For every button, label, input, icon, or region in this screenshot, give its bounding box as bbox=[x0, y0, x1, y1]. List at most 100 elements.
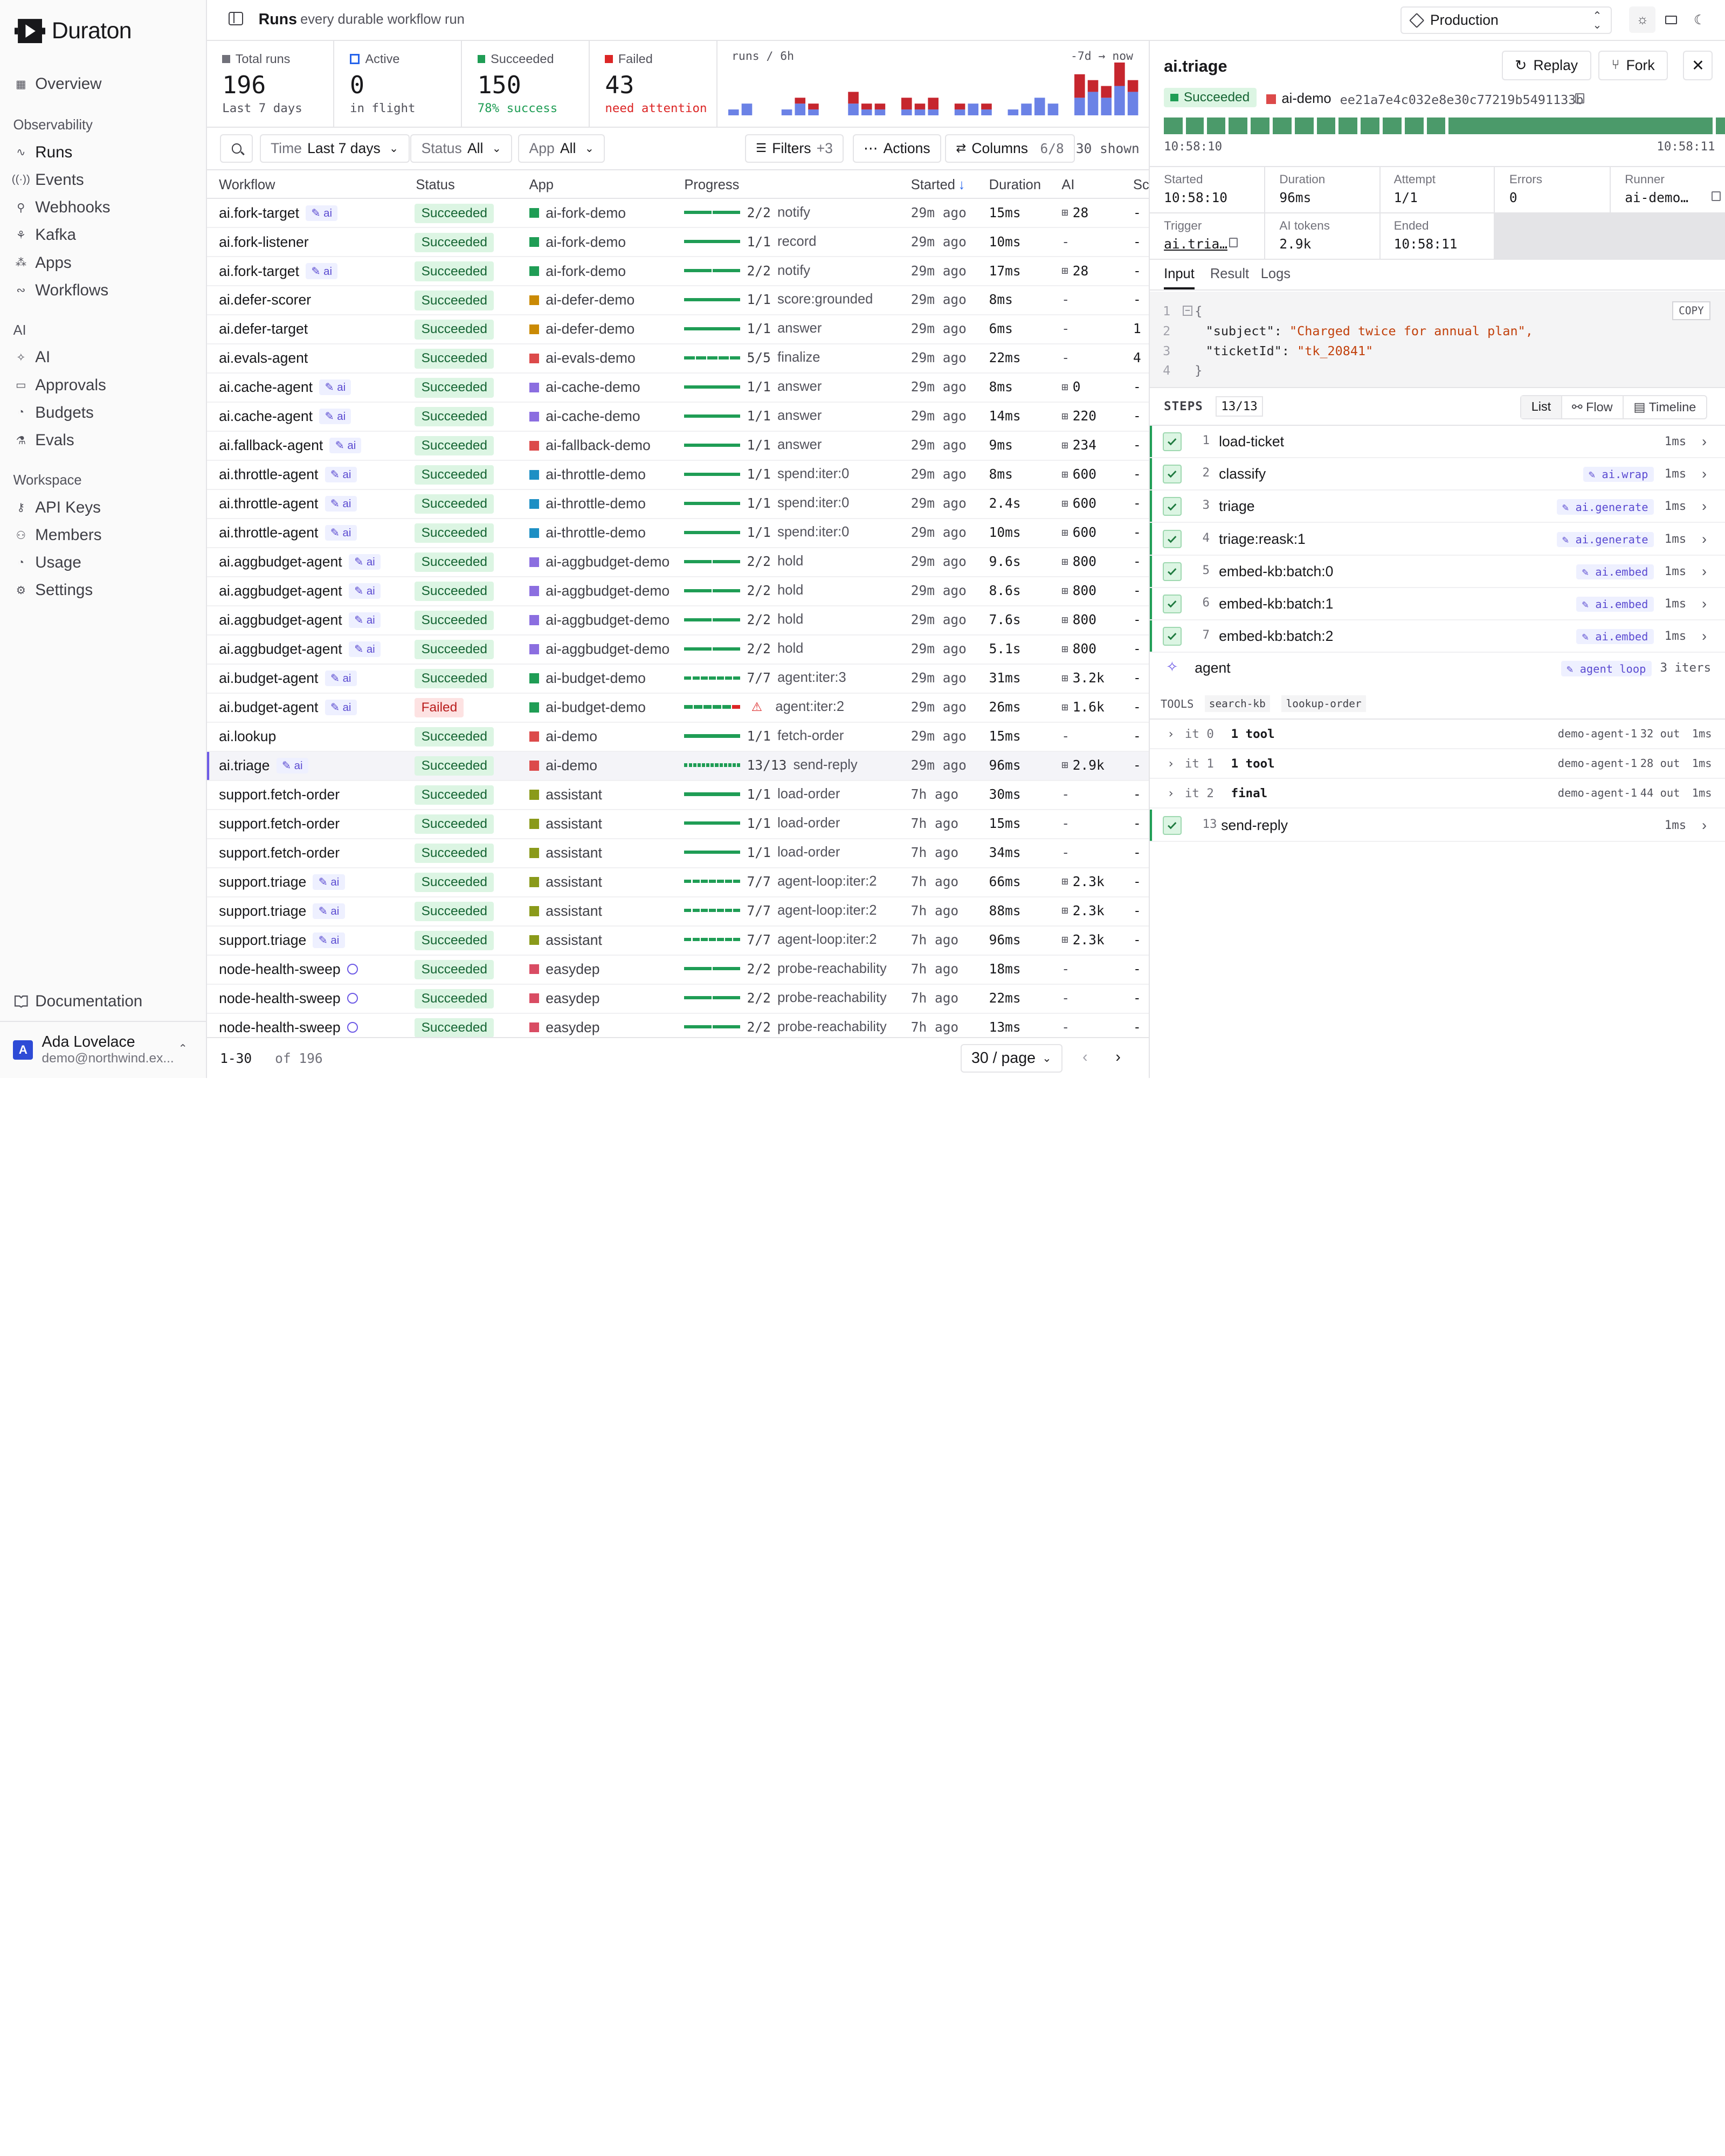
sidebar-item-settings[interactable]: ⚙ Settings bbox=[0, 577, 207, 604]
sidebar-item-webhooks[interactable]: ⚲ Webhooks bbox=[0, 194, 207, 222]
copy-icon[interactable] bbox=[1229, 237, 1238, 248]
started-time: 29m ago bbox=[910, 757, 967, 773]
status-filter[interactable]: Status All ⌄ bbox=[410, 134, 513, 163]
sidebar-item-apps[interactable]: ⁂ Apps bbox=[0, 249, 207, 277]
step-row[interactable]: 6 embed-kb:batch:1 ✎ ai.embed 1ms › bbox=[1149, 588, 1725, 620]
sidebar-item-approvals[interactable]: ▭ Approvals bbox=[0, 371, 207, 399]
moon-icon[interactable]: ☾ bbox=[1687, 6, 1713, 33]
sidebar-item-runs[interactable]: ∿ Runs bbox=[0, 139, 207, 166]
table-row[interactable]: ai.lookup Succeeded ai-demo 1/1 fetch-order 2… bbox=[206, 723, 1149, 752]
col-score[interactable]: Sc bbox=[1133, 177, 1149, 193]
step-row[interactable]: 3 triage ✎ ai.generate 1ms › bbox=[1149, 490, 1725, 523]
agent-row[interactable]: ✧ agent ✎ agent loop 3 iters bbox=[1150, 652, 1725, 685]
copy-icon[interactable] bbox=[1575, 93, 1584, 103]
table-row[interactable]: ai.aggbudget-agent ✎ ai Succeeded ai-aggbud… bbox=[206, 635, 1149, 665]
table-row[interactable]: ai.defer-scorer Succeeded ai-defer-demo 1/1… bbox=[206, 286, 1149, 316]
fold-icon[interactable]: − bbox=[1182, 306, 1193, 316]
step-row[interactable]: 7 embed-kb:batch:2 ✎ ai.embed 1ms › bbox=[1149, 620, 1725, 653]
copy-button[interactable]: COPY bbox=[1672, 301, 1711, 321]
step-row[interactable]: 13 send-reply 1ms › bbox=[1149, 810, 1725, 842]
table-row[interactable]: ai.aggbudget-agent ✎ ai Succeeded ai-aggbud… bbox=[206, 548, 1149, 577]
sidebar-item-usage[interactable]: ◔ Usage bbox=[0, 549, 207, 577]
sun-icon[interactable]: ☼ bbox=[1629, 6, 1656, 33]
view-list[interactable]: List bbox=[1521, 396, 1561, 418]
sidebar-item-workflows[interactable]: ∾ Workflows bbox=[0, 277, 207, 304]
table-row[interactable]: node-health-sweep Succeeded easydep 2/2 prob… bbox=[206, 985, 1149, 1014]
meta-value[interactable]: ai.tria… bbox=[1164, 236, 1264, 252]
search-button[interactable] bbox=[220, 134, 253, 163]
table-row[interactable]: ai.triage ✎ ai Succeeded ai-demo 13/13 send-r… bbox=[206, 751, 1149, 781]
tab-input[interactable]: Input bbox=[1164, 266, 1195, 290]
progress-cell: 2/2 probe-reachability bbox=[684, 1019, 887, 1035]
columns-button[interactable]: ⇄ Columns 6/8 bbox=[945, 134, 1075, 163]
table-row[interactable]: support.triage ✎ ai Succeeded assistant 7/7 a… bbox=[206, 927, 1149, 956]
next-page-icon[interactable]: › bbox=[1115, 1048, 1121, 1066]
copy-icon[interactable] bbox=[1712, 191, 1721, 202]
sidebar-item-evals[interactable]: ⚗ Evals bbox=[0, 427, 207, 454]
col-duration[interactable]: Duration bbox=[989, 177, 1041, 193]
prev-page-icon[interactable]: ‹ bbox=[1082, 1048, 1088, 1066]
table-row[interactable]: support.fetch-order Succeeded assistant 1/1… bbox=[206, 839, 1149, 868]
sidebar-item-overview[interactable]: ▦ Overview bbox=[0, 71, 207, 98]
sidebar-item-members[interactable]: ⚇ Members bbox=[0, 522, 207, 549]
col-progress[interactable]: Progress bbox=[684, 177, 739, 193]
step-row[interactable]: 5 embed-kb:batch:0 ✎ ai.embed 1ms › bbox=[1149, 556, 1725, 588]
view-flow[interactable]: ⚯ Flow bbox=[1561, 396, 1623, 418]
view-timeline[interactable]: ▤ Timeline bbox=[1622, 396, 1706, 418]
tab-logs[interactable]: Logs bbox=[1261, 266, 1291, 282]
page-size-select[interactable]: 30 / page ⌄ bbox=[960, 1044, 1062, 1073]
table-row[interactable]: ai.fork-target ✎ ai Succeeded ai-fork-demo 2… bbox=[206, 257, 1149, 287]
sidebar-item-budgets[interactable]: ◔ Budgets bbox=[0, 399, 207, 426]
iteration-row[interactable]: › it 0 1 tool demo-agent-1 32 out 1ms bbox=[1149, 720, 1725, 749]
col-app[interactable]: App bbox=[529, 177, 554, 193]
step-row[interactable]: 2 classify ✎ ai.wrap 1ms › bbox=[1149, 458, 1725, 491]
col-status[interactable]: Status bbox=[416, 177, 454, 193]
close-button[interactable]: ✕ bbox=[1683, 50, 1713, 80]
step-row[interactable]: 4 triage:reask:1 ✎ ai.generate 1ms › bbox=[1149, 523, 1725, 556]
user-menu[interactable]: A Ada Lovelace demo@northwind.ex... ⌃ bbox=[0, 1020, 207, 1078]
time-filter[interactable]: Time Last 7 days ⌄ bbox=[259, 134, 410, 163]
table-row[interactable]: support.fetch-order Succeeded assistant 1/1… bbox=[206, 781, 1149, 810]
tab-result[interactable]: Result bbox=[1210, 266, 1249, 282]
table-row[interactable]: ai.cache-agent ✎ ai Succeeded ai-cache-demo… bbox=[206, 403, 1149, 432]
sidebar-item-events[interactable]: ((·)) Events bbox=[0, 166, 207, 194]
filters-button[interactable]: ☰ Filters +3 bbox=[744, 134, 844, 163]
table-row[interactable]: support.fetch-order Succeeded assistant 1/1… bbox=[206, 810, 1149, 839]
sidebar-toggle-icon[interactable] bbox=[229, 12, 243, 25]
table-row[interactable]: support.triage ✎ ai Succeeded assistant 7/7 a… bbox=[206, 868, 1149, 897]
table-row[interactable]: node-health-sweep Succeeded easydep 2/2 prob… bbox=[207, 1014, 1149, 1038]
table-row[interactable]: ai.throttle-agent ✎ ai Succeeded ai-throttl… bbox=[206, 519, 1149, 548]
table-row[interactable]: ai.budget-agent ✎ ai Failed ai-budget-demo ⚠… bbox=[206, 694, 1149, 723]
iteration-row[interactable]: › it 2 final demo-agent-1 44 out 1ms bbox=[1149, 779, 1725, 808]
table-row[interactable]: ai.throttle-agent ✎ ai Succeeded ai-throttl… bbox=[206, 490, 1149, 520]
table-row[interactable]: support.triage ✎ ai Succeeded assistant 7/7 a… bbox=[206, 897, 1149, 927]
table-row[interactable]: ai.evals-agent Succeeded ai-evals-demo 5/5 f… bbox=[206, 344, 1149, 374]
actions-button[interactable]: ⋯ Actions bbox=[852, 134, 941, 163]
sidebar-item-api-keys[interactable]: ⚷ API Keys bbox=[0, 494, 207, 521]
table-row[interactable]: ai.budget-agent ✎ ai Succeeded ai-budget-de… bbox=[206, 665, 1149, 694]
col-workflow[interactable]: Workflow bbox=[219, 177, 275, 193]
monitor-icon[interactable] bbox=[1658, 6, 1684, 33]
col-ai[interactable]: AI bbox=[1061, 177, 1074, 193]
environment-select[interactable]: Production ⌃ ⌄ bbox=[1400, 6, 1612, 34]
step-row[interactable]: 1 load-ticket 1ms › bbox=[1149, 426, 1725, 458]
table-row[interactable]: ai.defer-target Succeeded ai-defer-demo 1/1… bbox=[206, 315, 1149, 345]
fork-button[interactable]: ⑂ Fork bbox=[1598, 50, 1668, 80]
table-row[interactable]: ai.fork-listener Succeeded ai-fork-demo 1/1… bbox=[206, 228, 1149, 258]
table-row[interactable]: ai.cache-agent ✎ ai Succeeded ai-cache-demo… bbox=[206, 374, 1149, 403]
app-filter[interactable]: App All ⌄ bbox=[518, 134, 605, 163]
replay-button[interactable]: ↻ Replay bbox=[1501, 50, 1591, 80]
col-started[interactable]: Started bbox=[911, 177, 955, 193]
table-row[interactable]: ai.aggbudget-agent ✎ ai Succeeded ai-aggbud… bbox=[206, 606, 1149, 635]
table-row[interactable]: node-health-sweep Succeeded easydep 2/2 prob… bbox=[206, 956, 1149, 985]
sidebar-item-ai[interactable]: ✧ AI bbox=[0, 344, 207, 371]
table-row[interactable]: ai.aggbudget-agent ✎ ai Succeeded ai-aggbud… bbox=[206, 577, 1149, 606]
table-row[interactable]: ai.throttle-agent ✎ ai Succeeded ai-throttl… bbox=[206, 461, 1149, 490]
sidebar-item-kafka[interactable]: ⚘ Kafka bbox=[0, 222, 207, 249]
brand-logo[interactable]: Duraton bbox=[14, 16, 132, 46]
table-row[interactable]: ai.fallback-agent ✎ ai Succeeded ai-fallbac… bbox=[206, 432, 1149, 461]
iteration-row[interactable]: › it 1 1 tool demo-agent-1 28 out 1ms bbox=[1149, 749, 1725, 779]
timeline-segment bbox=[1716, 118, 1725, 134]
sidebar-item-documentation[interactable]: Documentation bbox=[0, 988, 207, 1015]
table-row[interactable]: ai.fork-target ✎ ai Succeeded ai-fork-demo 2… bbox=[206, 199, 1149, 229]
